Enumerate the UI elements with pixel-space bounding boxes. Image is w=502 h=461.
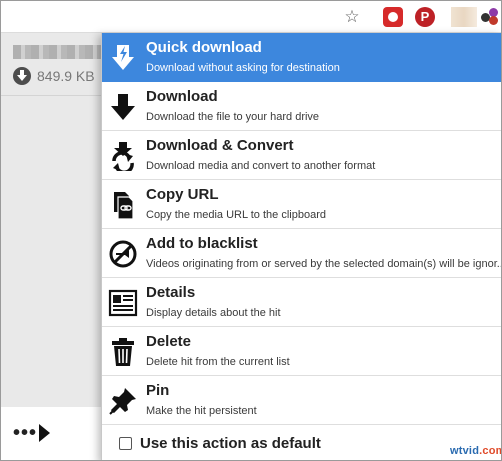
watermark-text: wtvid <box>450 445 480 457</box>
more-icon[interactable]: ••• <box>13 423 37 443</box>
menu-item-delete[interactable]: Delete Delete hit from the current list <box>102 327 501 376</box>
menu-item-copy-url[interactable]: Copy URL Copy the media URL to the clipb… <box>102 180 501 229</box>
pinterest-extension-icon[interactable]: P <box>415 7 435 27</box>
default-action-label: Use this action as default <box>140 435 321 452</box>
hits-list-panel: 849.9 KB ••• <box>1 33 111 460</box>
pin-icon <box>109 388 136 415</box>
divider <box>1 95 111 96</box>
menu-item-details[interactable]: Details Display details about the hit <box>102 278 501 327</box>
default-action-row[interactable]: Use this action as default <box>102 425 501 460</box>
panel-bottom-bar: ••• <box>1 407 111 460</box>
menu-item-title: Download <box>146 88 218 105</box>
menu-item-download[interactable]: Download Download the file to your hard … <box>102 82 501 131</box>
menu-item-description: Download media and convert to another fo… <box>146 160 376 172</box>
menu-item-description: Delete hit from the current list <box>146 356 290 368</box>
browser-toolbar: ☆ P <box>1 1 501 33</box>
play-icon[interactable] <box>39 424 50 442</box>
hit-size: 849.9 KB <box>37 68 95 84</box>
bookmark-star-icon[interactable]: ☆ <box>342 7 362 27</box>
app-frame: ☆ P 849.9 KB ••• Quick download Download… <box>0 0 502 461</box>
adblock-extension-icon[interactable] <box>383 7 403 27</box>
menu-item-add-to-blacklist[interactable]: Add to blacklist Videos originating from… <box>102 229 502 278</box>
menu-item-description: Copy the media URL to the clipboard <box>146 209 326 221</box>
menu-item-title: Delete <box>146 333 192 350</box>
quick-download-icon <box>112 45 134 70</box>
details-icon <box>108 289 138 317</box>
watermark-suffix: .com <box>479 445 501 457</box>
blurred-extension-icon[interactable] <box>451 7 477 27</box>
menu-item-title: Download & Convert <box>146 137 294 154</box>
blacklist-icon <box>109 240 137 268</box>
copy-url-icon <box>114 192 134 220</box>
hit-size-row: 849.9 KB <box>13 67 95 85</box>
menu-item-download-convert[interactable]: Download & Convert Download media and co… <box>102 131 501 180</box>
blurred-hit-title <box>13 45 101 59</box>
download-arrow-icon <box>111 94 135 120</box>
menu-item-description: Make the hit persistent <box>146 405 257 417</box>
default-action-checkbox[interactable] <box>119 437 132 450</box>
menu-item-title: Details <box>146 284 196 301</box>
menu-item-description: Download the file to your hard drive <box>146 111 320 123</box>
download-convert-icon <box>112 142 134 171</box>
menu-item-title: Copy URL <box>146 186 219 203</box>
video-downloader-extension-icon[interactable] <box>481 8 499 26</box>
menu-item-description: Download without asking for destination <box>146 62 340 74</box>
watermark: wtvid.com <box>450 445 501 457</box>
download-circle-icon[interactable] <box>13 67 31 85</box>
menu-item-pin[interactable]: Pin Make the hit persistent <box>102 376 501 425</box>
menu-item-description: Videos originating from or served by the… <box>146 258 502 270</box>
menu-item-description: Display details about the hit <box>146 307 281 319</box>
trash-icon <box>112 338 134 366</box>
action-menu: Quick download Download without asking f… <box>101 33 502 460</box>
menu-item-title: Pin <box>146 382 170 399</box>
menu-item-title: Quick download <box>146 39 262 56</box>
menu-item-quick-download[interactable]: Quick download Download without asking f… <box>102 33 501 82</box>
menu-item-title: Add to blacklist <box>146 235 258 252</box>
